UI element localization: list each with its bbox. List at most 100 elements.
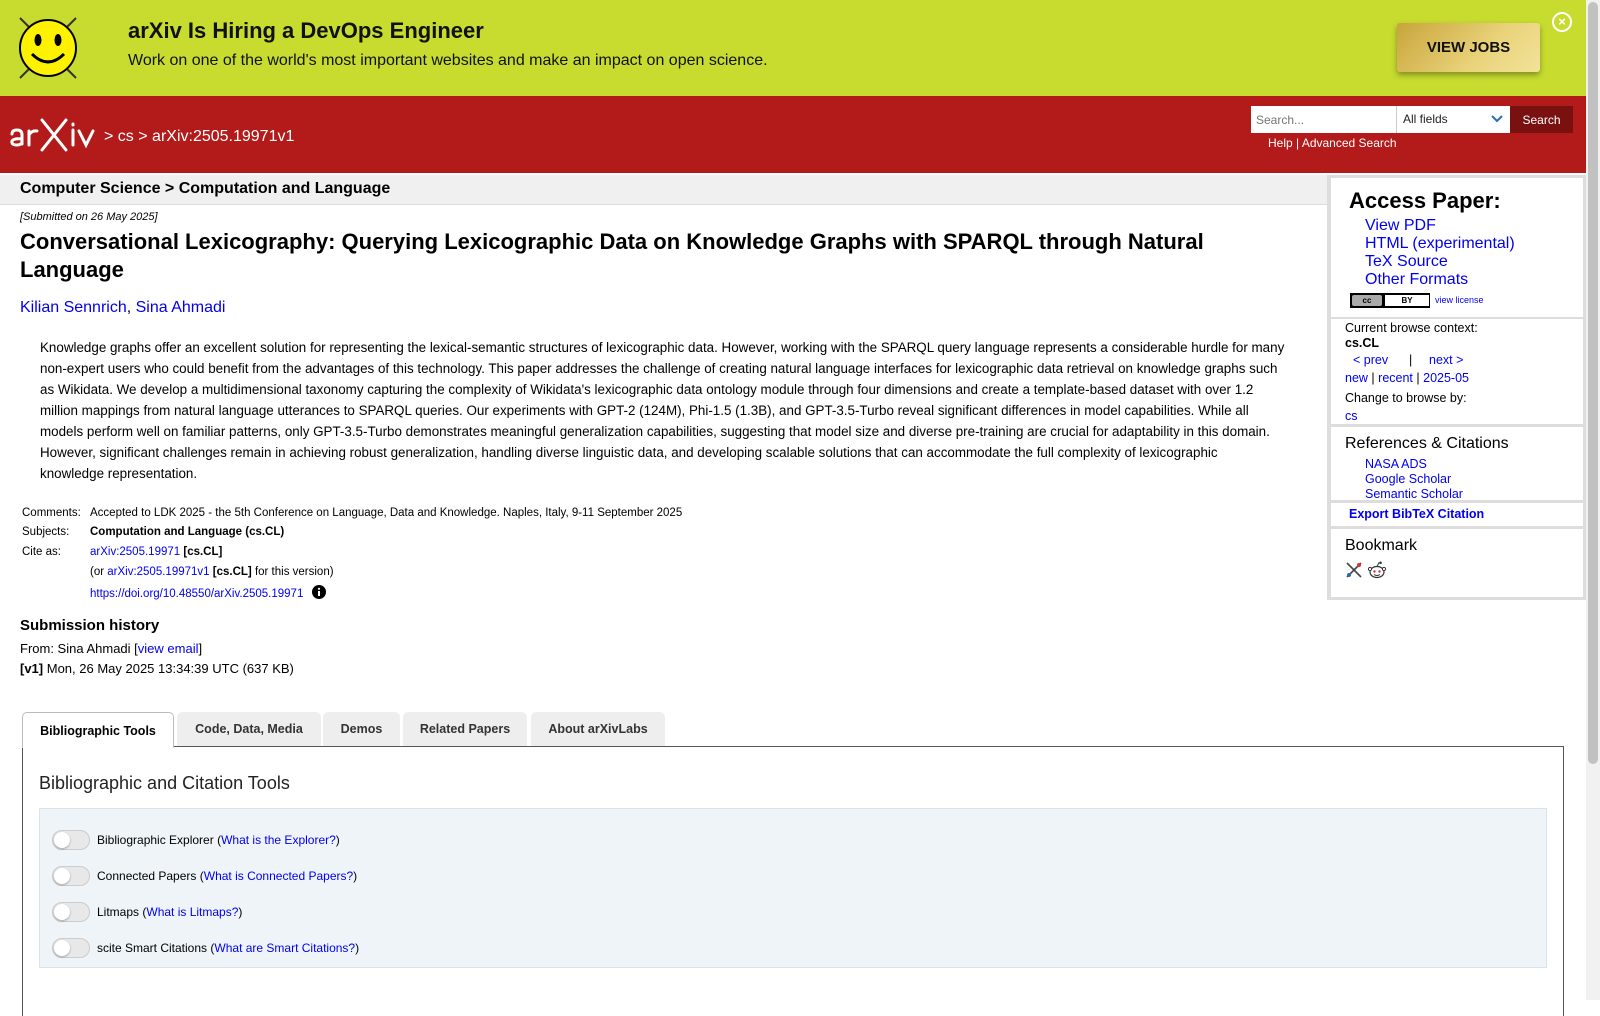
smiley-icon <box>19 17 77 79</box>
access-paper-heading: Access Paper: <box>1349 188 1501 213</box>
bookmark-box: Bookmark <box>1331 529 1583 597</box>
cite-version-link[interactable]: arXiv:2505.19971v1 <box>107 566 209 578</box>
prev-link[interactable]: < prev <box>1353 353 1388 367</box>
browse-links: new | recent | 2025-05 <box>1345 371 1469 385</box>
tab-about-arxivlabs[interactable]: About arXivLabs <box>531 712 665 746</box>
references-heading: References & Citations <box>1345 435 1509 452</box>
version-details: Mon, 26 May 2025 13:34:39 UTC (637 KB) <box>43 661 294 676</box>
toggle-label-text: scite Smart Citations (What are Smart Ci… <box>97 941 360 955</box>
view-license-link[interactable]: view license <box>1435 295 1484 305</box>
search-field-value: All fields <box>1403 112 1448 126</box>
breadcrumb-cs[interactable]: cs <box>118 128 134 145</box>
view-email-link[interactable]: view email <box>138 641 199 656</box>
paper-title: Conversational Lexicography: Querying Le… <box>20 229 1204 282</box>
banner-subtitle: Work on one of the world's most importan… <box>128 52 768 69</box>
view-jobs-button[interactable]: VIEW JOBS <box>1397 23 1540 72</box>
bibtex-box: Export BibTeX Citation <box>1331 503 1583 526</box>
toggle-switch[interactable] <box>52 866 90 886</box>
other-formats-link[interactable]: Other Formats <box>1365 271 1468 289</box>
new-link[interactable]: new <box>1345 371 1368 385</box>
help-link[interactable]: Help <box>1268 136 1293 150</box>
toggle-list: Bibliographic Explorer (What is the Expl… <box>39 808 1547 968</box>
scrollbar-thumb[interactable] <box>1588 2 1598 764</box>
tab-bibliographic-tools[interactable]: Bibliographic Tools <box>22 712 174 748</box>
toggle-name: Connected Papers <box>97 869 197 883</box>
submitted-date: [Submitted on 26 May 2025] <box>20 211 158 223</box>
help-links: Help | Advanced Search <box>1268 136 1397 150</box>
arxiv-logo[interactable] <box>8 114 102 154</box>
tab-code-data-media[interactable]: Code, Data, Media <box>177 712 321 746</box>
month-link[interactable]: 2025-05 <box>1423 371 1469 385</box>
author-separator: , <box>126 299 136 316</box>
bookmark-icons <box>1345 561 1387 579</box>
toggle-help-link[interactable]: What is the Explorer? <box>221 833 336 847</box>
toggle-label-text: Connected Papers (What is Connected Pape… <box>97 869 358 883</box>
tex-source-link[interactable]: TeX Source <box>1365 253 1448 271</box>
nav-separator: | <box>1409 353 1413 367</box>
view-pdf-link[interactable]: View PDF <box>1365 217 1436 235</box>
bibsonomy-icon[interactable] <box>1345 561 1363 579</box>
close-icon[interactable]: × <box>1552 12 1572 32</box>
breadcrumb-sep: > <box>138 128 148 145</box>
next-link[interactable]: next > <box>1429 353 1463 367</box>
toggle-help-link[interactable]: What is Connected Papers? <box>204 869 353 883</box>
browse-cs-link[interactable]: cs <box>1345 409 1358 423</box>
toggle-switch[interactable] <box>52 830 90 850</box>
browse-context-box: Current browse context: cs.CL < prev | n… <box>1331 319 1583 424</box>
browse-sep: | <box>1416 371 1420 385</box>
cite-category: [cs.CL] <box>183 546 223 558</box>
subject-heading: Computer Science > Computation and Langu… <box>20 180 391 197</box>
toggle-switch[interactable] <box>52 902 90 922</box>
cc-license-badge[interactable]: cc BY <box>1350 293 1430 308</box>
search-input[interactable] <box>1251 106 1397 133</box>
cite-value: arXiv:2505.19971 [cs.CL] <box>90 546 222 558</box>
change-browse-label: Change to browse by: <box>1345 391 1467 405</box>
toggle-label-text: Bibliographic Explorer (What is the Expl… <box>97 833 340 847</box>
doi-link[interactable]: https://doi.org/10.48550/arXiv.2505.1997… <box>90 588 303 600</box>
semantic-scholar-link[interactable]: Semantic Scholar <box>1365 487 1463 501</box>
cc-label: cc <box>1352 295 1382 306</box>
nasa-ads-link[interactable]: NASA ADS <box>1365 457 1427 471</box>
comments-value: Accepted to LDK 2025 - the 5th Conferenc… <box>90 507 683 519</box>
tab-demos[interactable]: Demos <box>323 712 400 746</box>
from-post: ] <box>198 641 203 656</box>
toggle-name: Litmaps <box>97 905 140 919</box>
browse-sep: | <box>1371 371 1375 385</box>
toggle-switch[interactable] <box>52 938 90 958</box>
info-icon[interactable] <box>311 585 326 599</box>
by-label: BY <box>1385 295 1429 306</box>
breadcrumb: > cs > arXiv:2505.19971v1 <box>104 128 294 146</box>
tab-related-papers[interactable]: Related Papers <box>403 712 527 746</box>
google-scholar-link[interactable]: Google Scholar <box>1365 472 1451 486</box>
toggle-label-text: Litmaps (What is Litmaps?) <box>97 905 243 919</box>
toggle-name: scite Smart Citations <box>97 941 208 955</box>
chevron-down-icon <box>1491 115 1503 123</box>
advanced-search-link[interactable]: Advanced Search <box>1302 136 1397 150</box>
breadcrumb-paper-id: arXiv:2505.19971v1 <box>152 128 295 145</box>
author-link[interactable]: Kilian Sennrich <box>20 299 127 316</box>
subjects-value: Computation and Language (cs.CL) <box>90 526 285 538</box>
toggle-help-link[interactable]: What is Litmaps? <box>146 905 238 919</box>
access-paper-box: Access Paper: View PDF HTML (experimenta… <box>1331 178 1583 317</box>
search-button[interactable]: Search <box>1510 106 1573 133</box>
context-value: cs.CL <box>1345 336 1380 350</box>
author-link[interactable]: Sina Ahmadi <box>136 299 226 316</box>
author-list: Kilian Sennrich, Sina Ahmadi <box>20 299 225 317</box>
submission-from: From: Sina Ahmadi [view email] <box>20 641 202 656</box>
references-box: References & Citations NASA ADS Google S… <box>1331 427 1583 501</box>
from-pre: From: Sina Ahmadi [ <box>20 641 138 656</box>
cite-version: (or arXiv:2505.19971v1 [cs.CL] for this … <box>90 566 334 578</box>
search-field-select[interactable]: All fields <box>1396 106 1510 133</box>
html-link[interactable]: HTML (experimental) <box>1365 235 1515 253</box>
toggle-name: Bibliographic Explorer <box>97 833 214 847</box>
cite-id-link[interactable]: arXiv:2505.19971 <box>90 546 180 558</box>
subject-bar: Computer Science > Computation and Langu… <box>0 175 1327 205</box>
recent-link[interactable]: recent <box>1378 371 1413 385</box>
page-scrollbar[interactable] <box>1586 0 1600 1000</box>
version-1: [v1] Mon, 26 May 2025 13:34:39 UTC (637 … <box>20 661 294 676</box>
export-bibtex-link[interactable]: Export BibTeX Citation <box>1349 507 1484 521</box>
reddit-icon[interactable] <box>1367 561 1387 579</box>
toggle-help-link[interactable]: What are Smart Citations? <box>214 941 355 955</box>
banner-title: arXiv Is Hiring a DevOps Engineer <box>128 18 484 43</box>
sidebar: Access Paper: View PDF HTML (experimenta… <box>1327 175 1586 600</box>
